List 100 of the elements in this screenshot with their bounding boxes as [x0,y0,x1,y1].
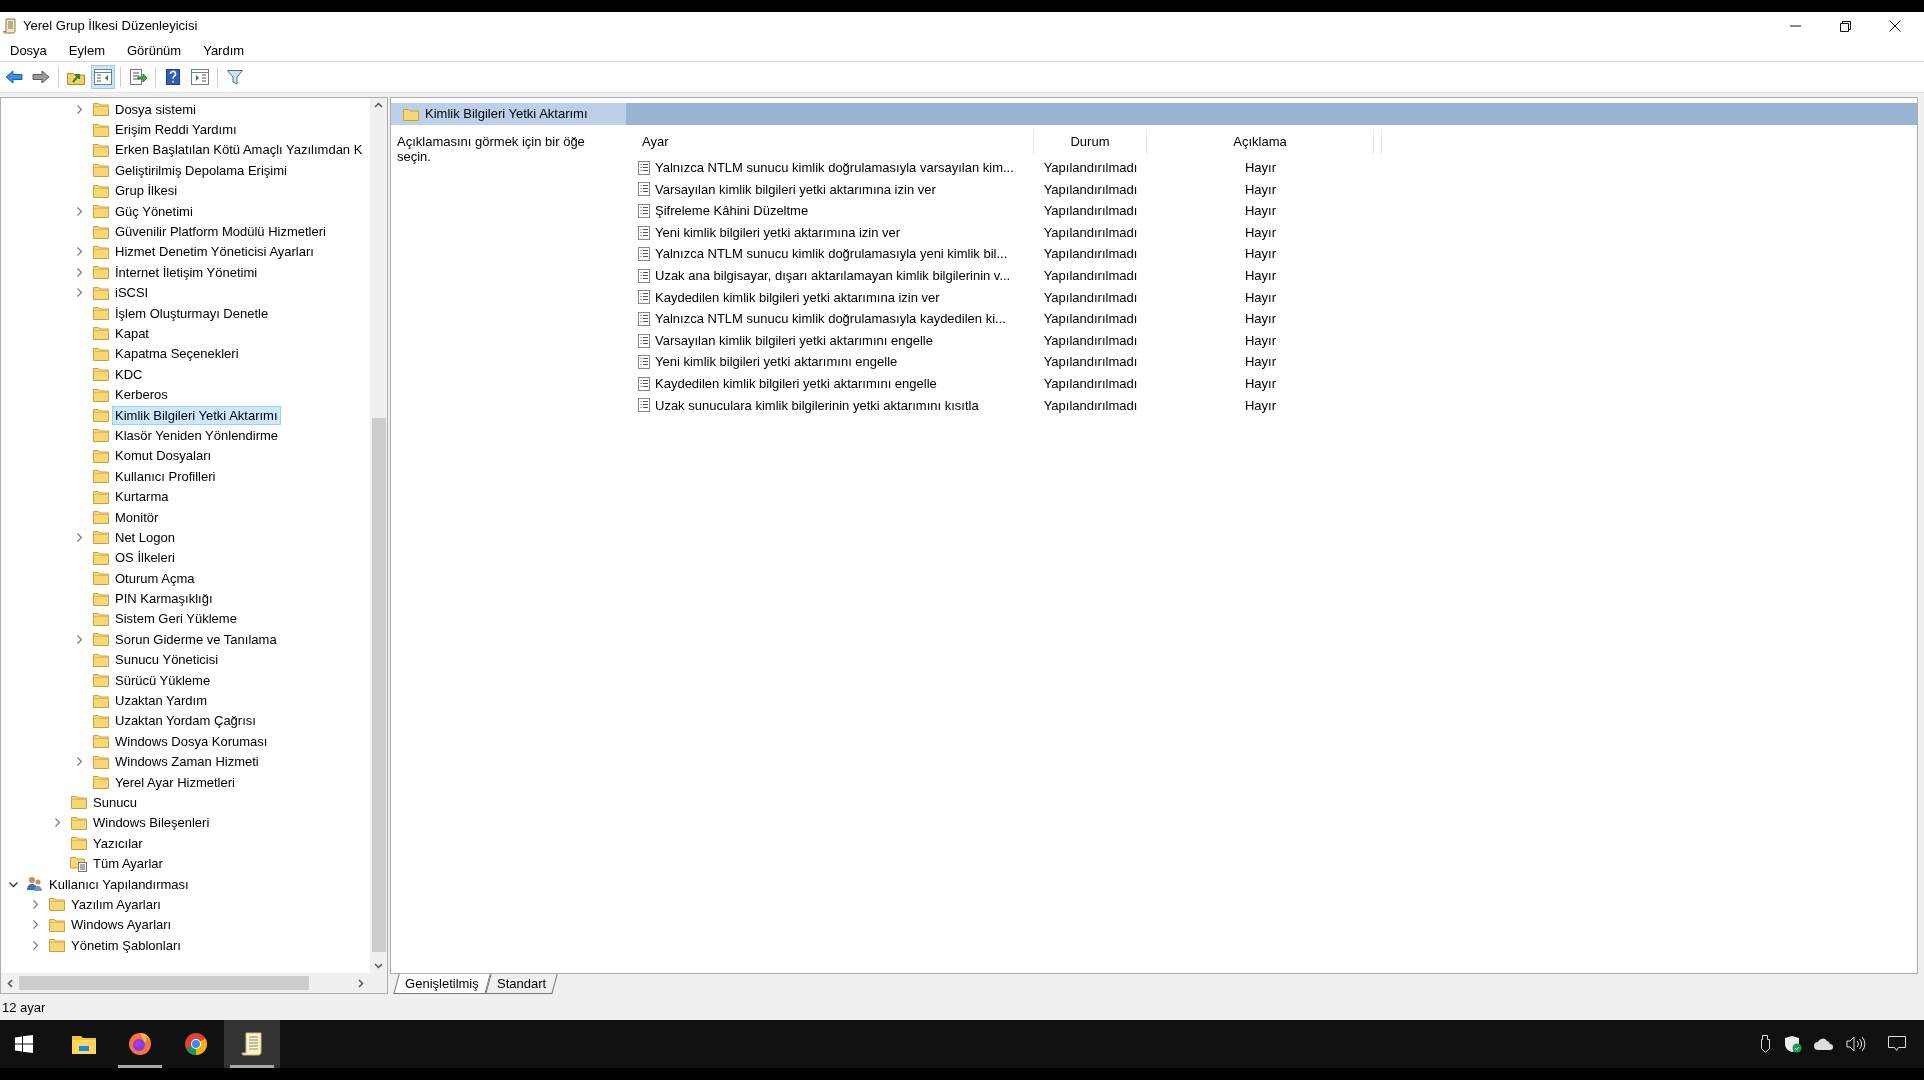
tree-item[interactable]: İşlem Oluşturmayı Denetle [113,304,271,322]
tree-item[interactable]: Kullanıcı Yapılandırması [47,875,191,893]
state-cell-text: Yapılandırılmadı [1043,202,1138,221]
column-header[interactable]: Durum [1070,132,1110,152]
setting-name[interactable]: Varsayılan kimlik bilgileri yetki aktarımına izin ver [655,179,936,200]
menu-item[interactable]: Görünüm [119,40,190,61]
expand-chevron-icon[interactable] [74,247,84,257]
folder-icon [93,448,109,463]
tree-item[interactable]: Kurtarma [113,488,171,506]
help-icon [166,69,180,85]
expand-chevron-icon[interactable] [74,206,84,216]
tree-item[interactable]: Kapat [113,325,151,342]
setting-name[interactable]: Yeni kimlik bilgileri yetki aktarımına izin ver [655,222,901,243]
expand-chevron-icon[interactable] [30,940,40,950]
expand-chevron-icon[interactable] [30,899,40,909]
scrollbar-thumb[interactable] [371,418,386,952]
menu-item[interactable]: Eylem [60,40,113,61]
tree-item[interactable]: Net Logon [113,528,177,546]
comment-cell-text: Hayır [1244,375,1277,393]
folder-icon [93,163,109,178]
tree-item[interactable]: Grup İlkesi [113,182,180,200]
tree-item[interactable]: Oturum Açma [113,569,197,587]
expand-chevron-icon[interactable] [74,757,84,767]
tree-item[interactable]: Windows Dosya Koruması [113,732,270,750]
expand-chevron-icon[interactable] [74,532,84,542]
tree-item[interactable]: Kerberos [113,386,170,404]
forward-arrow-icon [32,70,50,84]
tree-item[interactable]: Erişim Reddi Yardımı [113,121,239,139]
tree-item[interactable]: Dosya sistemi [113,100,198,118]
tree-item[interactable]: Kimlik Bilgileri Yetki Aktarımı [113,406,280,424]
setting-name[interactable]: Yalnızca NTLM sunucu kimlik doğrulamasıyla yeni kimlik bil... [655,244,1008,264]
collapse-chevron-icon[interactable] [8,879,18,889]
setting-name[interactable]: Yalnızca NTLM sunucu kimlik doğrulamasıyla kaydedilen ki... [655,309,1006,329]
tree-item[interactable]: Kullanıcı Profilleri [113,467,218,485]
tree-item[interactable]: Geliştirilmiş Depolama Erişimi [113,161,289,179]
tree-item[interactable]: KDC [113,365,145,383]
scroll-left-icon[interactable] [7,978,13,988]
expand-chevron-icon[interactable] [74,288,84,298]
folder-icon [71,836,87,851]
scroll-up-icon[interactable] [374,102,383,108]
tree-item[interactable]: Windows Zaman Hizmeti [113,753,261,771]
tree-item[interactable]: Sunucu [91,793,140,811]
tree-item[interactable]: Klasör Yeniden Yönlendirme [113,426,281,444]
tree-item[interactable]: Uzaktan Yardım [113,692,209,709]
tree-item[interactable]: Tüm Ayarlar [91,855,165,873]
view-tab[interactable]: Standart [485,974,558,994]
expand-chevron-icon[interactable] [74,267,84,277]
vertical-scrollbar[interactable] [370,98,387,973]
taskbar-button[interactable] [224,1020,280,1068]
tree-item[interactable]: PIN Karmaşıklığı [113,590,215,608]
tree-item[interactable]: İnternet İletişim Yönetimi [113,263,260,281]
setting-name[interactable]: Kaydedilen kimlik bilgileri yetki aktarımına izin ver [655,287,940,308]
setting-name[interactable]: Uzak ana bilgisayar, dışarı aktarılamayan kimlik bilgilerinin v... [655,266,1011,286]
folder-icon [71,815,87,830]
tree-item[interactable]: Kapatma Seçenekleri [113,345,241,363]
setting-name[interactable]: Şifreleme Kâhini Düzeltme [655,201,809,221]
expand-chevron-icon[interactable] [74,104,84,114]
menu-item[interactable]: Dosya [2,40,55,61]
tree-item[interactable]: Sorun Giderme ve Tanılama [113,630,279,648]
scroll-down-icon[interactable] [374,963,383,969]
tree-item[interactable]: Güvenilir Platform Modülü Hizmetleri [113,223,328,241]
tree-item[interactable]: Windows Ayarları [69,916,174,934]
tree-item[interactable]: Komut Dosyaları [113,447,214,465]
setting-name[interactable]: Kaydedilen kimlik bilgileri yetki aktarımını engelle [655,374,937,394]
tree-item[interactable]: Windows Bileşenleri [91,814,212,832]
cloud-icon [1814,1038,1834,1050]
windows-logo-icon [15,1035,33,1053]
setting-name[interactable]: Yalnızca NTLM sunucu kimlik doğrulamasıyla varsayılan kim... [655,158,1014,178]
tree-item[interactable]: Erken Başlatılan Kötü Amaçlı Yazılımdan K [113,141,365,159]
scroll-icon [241,1032,263,1056]
tree-item[interactable]: Sunucu Yöneticisi [113,651,221,669]
folder-icon [93,285,109,300]
scrollbar-thumb[interactable] [19,976,309,990]
tree-item[interactable]: Sistem Geri Yükleme [113,610,239,628]
tree-item[interactable]: Monitör [113,508,161,526]
menu-item[interactable]: Yardım [195,40,253,61]
folder-icon [71,795,87,810]
tree-item[interactable]: Yerel Ayar Hizmetleri [113,773,237,791]
tree-item[interactable]: iSCSI [113,284,151,302]
setting-name[interactable]: Uzak sunuculara kimlik bilgilerinin yetki aktarımını kısıtla [655,395,979,416]
restore-icon [1839,20,1851,32]
view-tab[interactable]: Genişletilmiş [393,974,491,994]
tree-item[interactable]: OS İlkeleri [113,549,177,567]
column-header[interactable]: Ayar [642,132,669,152]
expand-chevron-icon[interactable] [74,634,84,644]
expand-chevron-icon[interactable] [52,818,62,828]
expand-chevron-icon[interactable] [30,920,40,930]
tree-item[interactable]: Sürücü Yükleme [113,671,213,689]
setting-name[interactable]: Varsayılan kimlik bilgileri yetki aktarımını engelle [655,330,933,351]
setting-name[interactable]: Yeni kimlik bilgileri yetki aktarımını engelle [655,352,898,372]
tree-item[interactable]: Güç Yönetimi [113,202,195,220]
state-cell-text: Yapılandırılmadı [1043,310,1138,329]
tree-item[interactable]: Hizmet Denetim Yöneticisi Ayarları [113,243,316,261]
column-header[interactable]: Açıklama [1233,132,1287,152]
tree-item[interactable]: Uzaktan Yordam Çağrısı [113,712,258,730]
scroll-right-icon[interactable] [358,978,364,988]
tree-item[interactable]: Yazıcılar [91,834,145,852]
tree-item[interactable]: Yazılım Ayarları [69,895,163,913]
usb-drive-icon [1760,1035,1772,1053]
tree-item[interactable]: Yönetim Şablonları [69,936,183,954]
